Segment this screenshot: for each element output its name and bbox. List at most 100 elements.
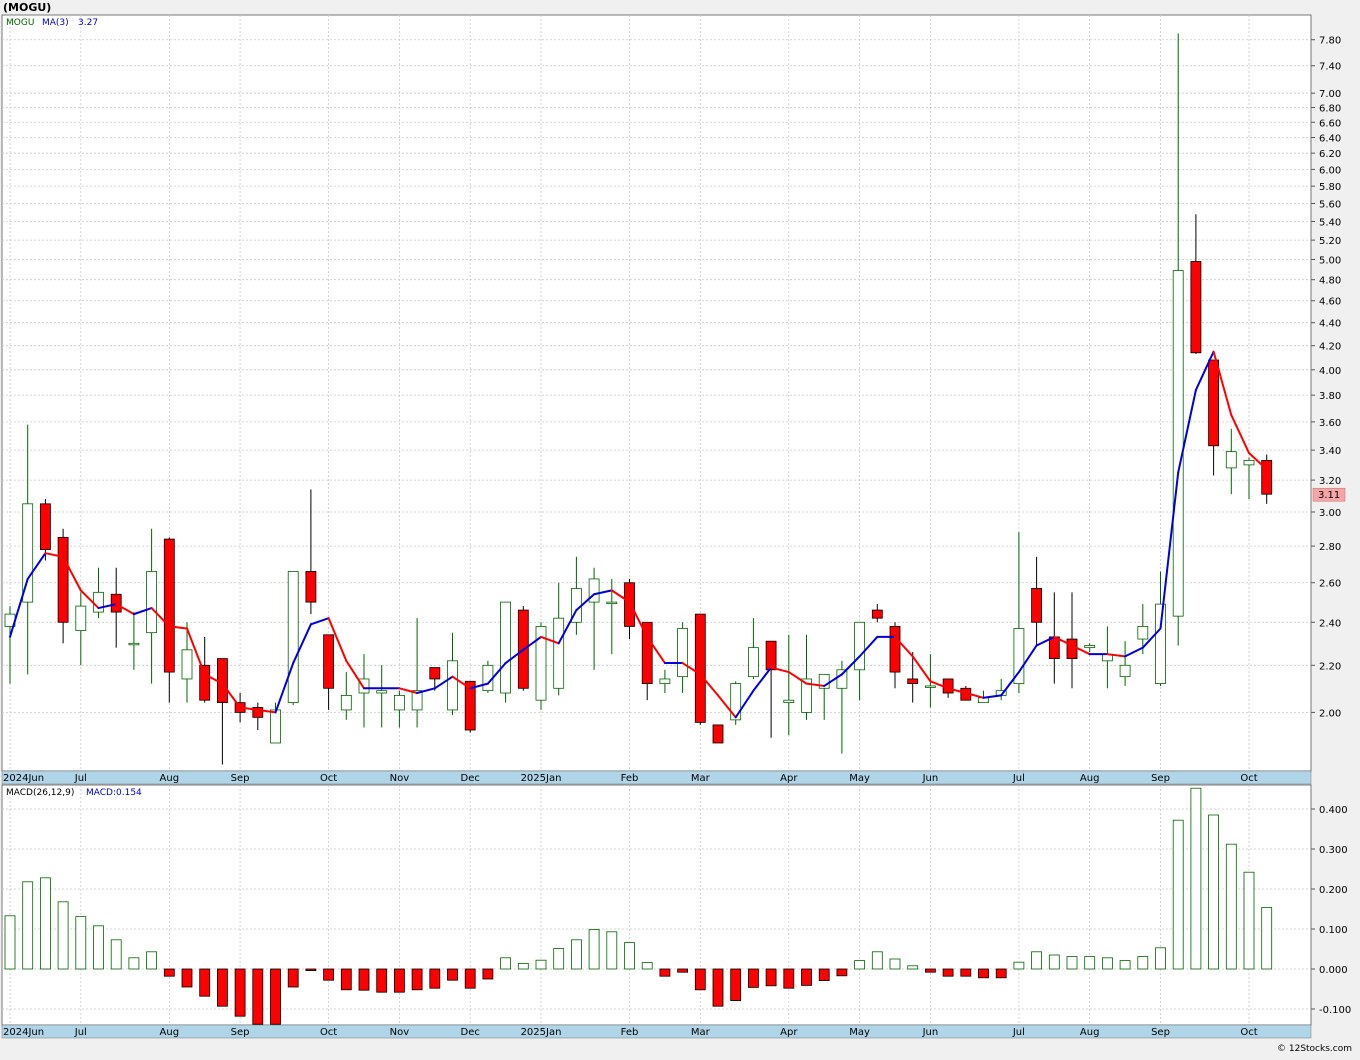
macd-bar-negative	[801, 968, 812, 986]
price-y-tick-label: 5.80	[1319, 182, 1341, 193]
macd-bar-positive	[146, 951, 158, 970]
macd-bar-positive	[22, 881, 34, 970]
candle-body	[1243, 460, 1255, 466]
macd-bar-positive	[1137, 956, 1149, 970]
price-x-tick-label: Jul	[1012, 773, 1025, 784]
candle-body	[146, 571, 158, 634]
legend-macd-label: MACD(26,12,9)	[6, 788, 74, 798]
candle-body	[748, 647, 759, 678]
candle-body	[659, 678, 671, 685]
candle-body	[57, 536, 69, 623]
macd-bar-positive	[871, 951, 883, 970]
macd-bar-positive	[1084, 956, 1096, 970]
candle-body	[500, 601, 512, 694]
candle-body	[75, 605, 87, 631]
candle-body	[270, 709, 281, 744]
price-y-tick-label: 7.80	[1319, 36, 1341, 47]
macd-x-tick-label: Sep	[1151, 1027, 1170, 1038]
macd-bar-positive	[854, 960, 865, 970]
macd-bar-positive	[1102, 957, 1113, 970]
candle-body	[694, 613, 706, 723]
macd-y-tick-label: -0.100	[1319, 1005, 1351, 1016]
price-y-tick-label: 7.40	[1319, 62, 1341, 73]
candle-body	[93, 591, 104, 613]
price-x-tick-label: 2024Jun	[3, 773, 44, 784]
price-y-tick-label: 6.00	[1319, 165, 1341, 176]
price-y-tick-label: 3.20	[1319, 476, 1341, 487]
price-y-tick-label: 6.40	[1319, 133, 1341, 144]
candle-up	[535, 622, 547, 710]
last-price-value: 3.11	[1318, 490, 1340, 501]
candle-body	[128, 642, 140, 646]
macd-bar-positive	[535, 959, 547, 970]
macd-x-tick-label: Jul	[1012, 1027, 1025, 1038]
chart-svg: (MOGU) 2.00 2.20 2.40 2.60 2.80 3.00 3.20 3.40 3…	[0, 0, 1360, 1056]
price-y-tick-label: 4.80	[1319, 276, 1341, 287]
price-y-tick-label: 4.00	[1319, 366, 1341, 377]
macd-bar-positive	[500, 957, 512, 970]
macd-bar-positive	[1013, 961, 1025, 970]
macd-x-tick-label: Aug	[160, 1027, 180, 1038]
candle-down	[712, 724, 724, 744]
macd-bar-positive	[1243, 871, 1255, 970]
candle-body	[323, 634, 335, 689]
macd-bar-negative	[323, 968, 335, 981]
macd-x-tick-label: Apr	[780, 1027, 798, 1038]
macd-bar-positive	[93, 925, 104, 970]
macd-x-tick-label: Sep	[231, 1027, 250, 1038]
macd-bar-positive	[1225, 843, 1237, 970]
macd-bar-negative	[942, 968, 954, 977]
price-y-tick-label: 6.20	[1319, 149, 1341, 160]
macd-bar-negative	[429, 968, 441, 989]
price-date-axis-strip	[1, 770, 1312, 785]
macd-y-tick-label: 0.300	[1319, 845, 1348, 856]
macd-bar-positive	[110, 939, 122, 970]
price-y-tick-label: 6.60	[1319, 118, 1341, 129]
candle-body	[376, 690, 388, 694]
macd-x-tick-label: 2024Jun	[3, 1027, 44, 1038]
macd-bar-positive	[1261, 907, 1273, 970]
macd-bar-negative	[234, 968, 246, 1017]
macd-bar-positive	[1190, 787, 1202, 970]
macd-bar-positive	[57, 901, 69, 970]
candle-body	[836, 669, 848, 689]
candle-body	[1031, 588, 1042, 623]
candle-body	[677, 628, 688, 678]
candle-body	[163, 538, 175, 673]
macd-bar-positive	[1066, 956, 1078, 970]
macd-bar-positive	[1119, 960, 1131, 970]
macd-x-tick-label: Jun	[922, 1027, 939, 1038]
macd-x-tick-label: Oct	[320, 1027, 337, 1038]
macd-bar-negative	[836, 968, 848, 977]
candle-body	[340, 694, 352, 711]
candle-body	[871, 609, 883, 619]
candle-up	[730, 681, 742, 725]
macd-bar-positive	[571, 939, 582, 970]
price-y-tick-label: 2.80	[1319, 542, 1341, 553]
macd-bar-negative	[305, 968, 317, 972]
macd-y-tick-label: 0.200	[1319, 885, 1348, 896]
macd-bar-positive	[1172, 819, 1184, 970]
macd-bar-negative	[712, 968, 724, 1007]
macd-bar-negative	[199, 968, 211, 997]
macd-bar-negative	[216, 968, 228, 1007]
macd-bar-negative	[818, 968, 830, 982]
candle-body	[1137, 626, 1149, 640]
macd-bar-positive	[40, 877, 51, 970]
candle-body	[1119, 664, 1131, 678]
macd-bar-negative	[730, 968, 742, 1002]
macd-x-tick-label: Jul	[74, 1027, 87, 1038]
price-x-tick-label: Sep	[1151, 773, 1170, 784]
candle-body	[40, 503, 51, 551]
macd-bar-negative	[447, 968, 458, 981]
candle-body	[181, 649, 193, 680]
macd-y-tick-label: 0.000	[1319, 965, 1348, 976]
price-x-tick-label: Jul	[74, 773, 87, 784]
macd-bar-positive	[517, 963, 529, 970]
macd-bar-positive	[1155, 947, 1166, 970]
candle-body	[1155, 603, 1166, 685]
macd-bar-positive	[624, 942, 635, 970]
macd-bar-negative	[181, 968, 193, 988]
candle-body	[1225, 451, 1237, 469]
candle-body	[606, 601, 618, 605]
